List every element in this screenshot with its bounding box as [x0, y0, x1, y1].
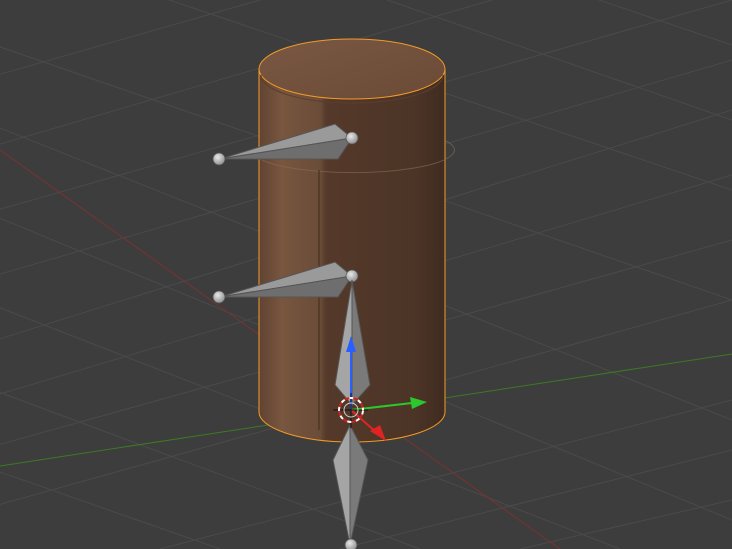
viewport-canvas[interactable] [0, 0, 732, 549]
bone-vertical-lower[interactable] [332, 424, 369, 549]
3d-viewport[interactable] [0, 0, 732, 549]
